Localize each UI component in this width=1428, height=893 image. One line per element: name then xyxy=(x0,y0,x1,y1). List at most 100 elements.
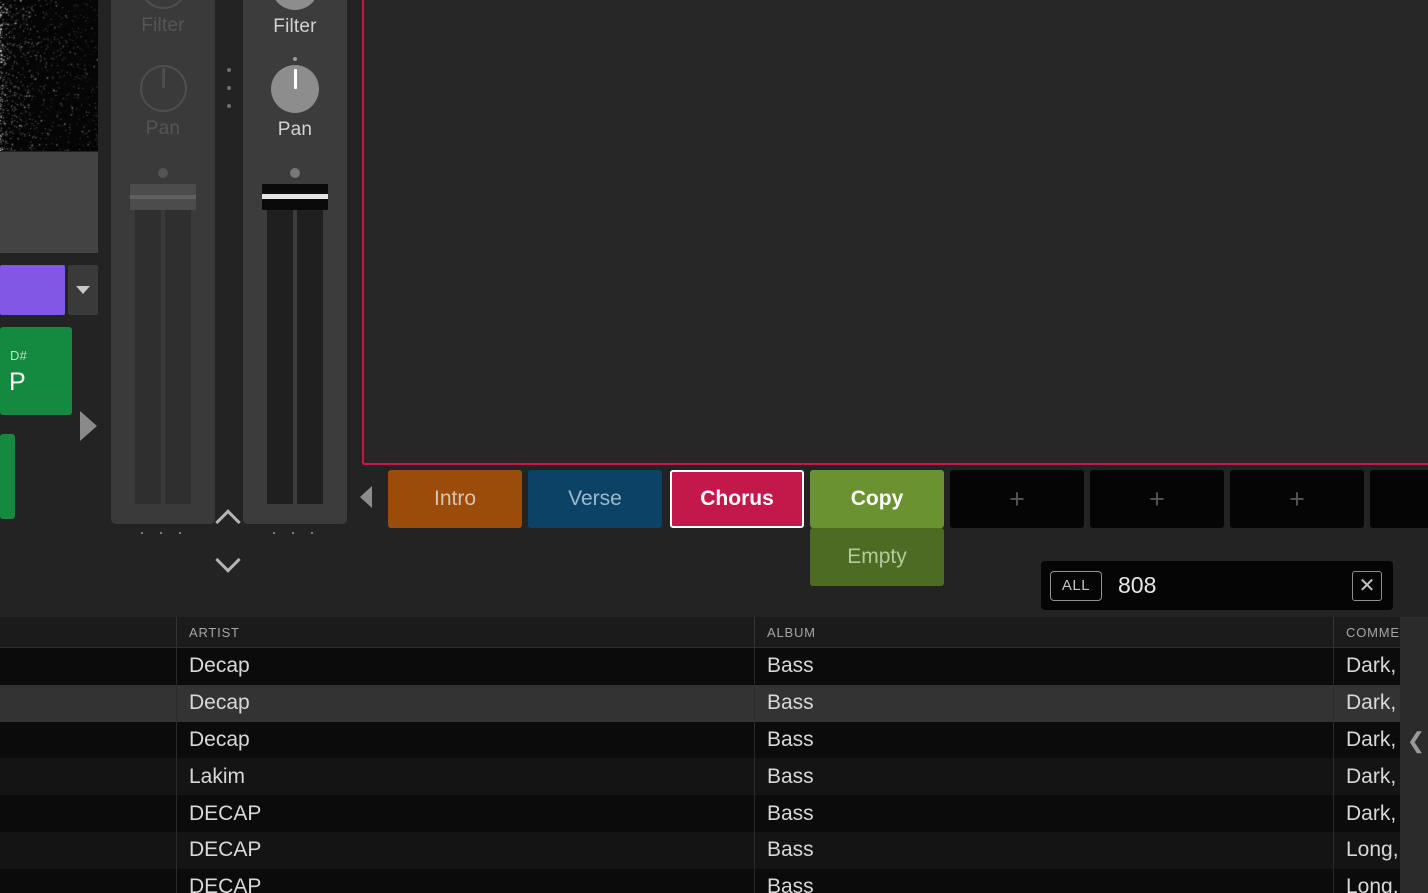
daw-window: D# P Filter Pan · xyxy=(0,0,1428,893)
close-icon[interactable]: ✕ xyxy=(1352,571,1382,601)
scene-prev-triangle-icon[interactable] xyxy=(360,486,372,508)
cell-artist: Decap xyxy=(176,685,754,722)
spectrum-canvas xyxy=(0,0,98,151)
grip-dot xyxy=(227,68,231,72)
mixer-channel-2[interactable]: Filter Pan · · · xyxy=(243,0,347,524)
meter-right-2 xyxy=(297,210,323,504)
table-row[interactable]: DECAPBassDark, xyxy=(0,795,1400,832)
cell-name xyxy=(0,869,176,893)
level-meter-2 xyxy=(267,210,323,504)
scene-empty-slot-4[interactable] xyxy=(1370,470,1428,528)
clip-grid-area[interactable] xyxy=(362,0,1428,465)
cell-album: Bass xyxy=(754,722,1333,759)
cell-comment: Long, xyxy=(1333,832,1400,869)
fader-indicator-dot-1 xyxy=(158,168,168,178)
volume-fader-group-2 xyxy=(243,168,347,504)
cell-name xyxy=(0,758,176,795)
track-color-swatch[interactable] xyxy=(0,265,65,315)
pan-knob-2[interactable] xyxy=(271,65,319,113)
pan-knob-label-1: Pan xyxy=(111,118,215,140)
volume-fader-handle-1[interactable] xyxy=(130,184,196,210)
scene-empty-slot-1[interactable]: + xyxy=(950,470,1084,528)
pan-knob-label-2: Pan xyxy=(243,119,347,141)
pan-knob-dot-2 xyxy=(293,57,297,61)
browser-table[interactable]: ARTISTALBUMCOMMENDecapBassDark,DecapBass… xyxy=(0,617,1400,893)
volume-fader-handle-2[interactable] xyxy=(262,184,328,210)
collapse-panel-chevron-icon[interactable]: ❮ xyxy=(1404,726,1428,756)
plus-icon: + xyxy=(1289,486,1305,513)
chevron-up-icon[interactable] xyxy=(215,509,240,534)
cell-name xyxy=(0,685,176,722)
scene-launch-row: IntroVerseChorusCopyEmpty+++ xyxy=(356,466,1428,528)
cell-album: Bass xyxy=(754,869,1333,893)
cell-artist: DECAP xyxy=(176,795,754,832)
filter-knob-1[interactable] xyxy=(140,0,187,9)
scene-empty-slot-2[interactable]: + xyxy=(1090,470,1224,528)
cell-comment: Dark, xyxy=(1333,795,1400,832)
column-header-album[interactable]: ALBUM xyxy=(754,617,1333,647)
table-row[interactable]: DecapBassDark, xyxy=(0,722,1400,759)
scene-button-chorus[interactable]: Chorus xyxy=(670,470,804,528)
table-row[interactable]: LakimBassDark, xyxy=(0,758,1400,795)
cell-comment: Dark, xyxy=(1333,685,1400,722)
cell-album: Bass xyxy=(754,758,1333,795)
volume-fader-group-1 xyxy=(111,168,215,504)
cell-comment: Dark, xyxy=(1333,758,1400,795)
filter-knob-group-1: Filter xyxy=(111,0,215,37)
level-meter-1 xyxy=(135,210,191,504)
cell-artist: DECAP xyxy=(176,869,754,893)
vertical-dots-grip-icon[interactable] xyxy=(222,68,236,108)
scene-button-verse[interactable]: Verse xyxy=(528,470,662,528)
cell-name xyxy=(0,648,176,685)
browser-search-bar[interactable]: ALL 808 ✕ xyxy=(1041,561,1393,610)
search-filter-all-chip[interactable]: ALL xyxy=(1050,571,1102,601)
cell-comment: Long, xyxy=(1333,869,1400,893)
cell-album: Bass xyxy=(754,795,1333,832)
plus-icon: + xyxy=(1009,486,1025,513)
table-row[interactable]: DECAPBassLong, xyxy=(0,832,1400,869)
pan-knob-pointer-2 xyxy=(294,69,297,89)
fader-cap-line-1 xyxy=(130,195,196,199)
play-triangle-icon[interactable] xyxy=(80,411,97,441)
scene-button-label: Intro xyxy=(434,487,476,511)
mixer-scroll-controls xyxy=(213,513,243,569)
mixer-channel-1[interactable]: Filter Pan · · · xyxy=(111,0,215,524)
table-row[interactable]: DECAPBassLong, xyxy=(0,869,1400,893)
grip-dot xyxy=(227,86,231,90)
search-input[interactable]: 808 xyxy=(1118,572,1352,599)
table-row[interactable]: DecapBassDark, xyxy=(0,685,1400,722)
spectrum-analyzer-display xyxy=(0,0,98,151)
filter-knob-group-2: Filter xyxy=(243,0,347,38)
scene-button-intro[interactable]: Intro xyxy=(388,470,522,528)
chevron-down-icon xyxy=(76,286,90,294)
column-header-comment[interactable]: COMMEN xyxy=(1333,617,1400,647)
channel-options-dots-2[interactable]: · · · xyxy=(243,523,347,541)
pan-knob-group-1: Pan xyxy=(111,65,215,140)
filter-knob-2[interactable] xyxy=(271,0,319,10)
cell-name xyxy=(0,722,176,759)
scene-empty-slot-3[interactable]: + xyxy=(1230,470,1364,528)
pan-knob-1[interactable] xyxy=(140,65,187,112)
meter-right-1 xyxy=(165,210,191,504)
scene-dropdown-empty-option[interactable]: Empty xyxy=(810,528,944,586)
cell-artist: Lakim xyxy=(176,758,754,795)
pan-knob-group-2: Pan xyxy=(243,65,347,141)
cell-album: Bass xyxy=(754,648,1333,685)
table-row[interactable]: DecapBassDark, xyxy=(0,648,1400,685)
browser-header-row: ARTISTALBUMCOMMEN xyxy=(0,617,1400,648)
plus-icon: + xyxy=(1149,486,1165,513)
track-color-dropdown-button[interactable] xyxy=(68,265,98,315)
clip-slot-filled-partial[interactable] xyxy=(0,434,15,519)
clip-slot-filled[interactable]: D# P xyxy=(0,327,72,415)
column-header-artist[interactable]: ARTIST xyxy=(176,617,754,647)
fader-indicator-dot-2 xyxy=(290,168,300,178)
column-header-name[interactable] xyxy=(0,617,176,647)
cell-album: Bass xyxy=(754,832,1333,869)
scene-button-label: Verse xyxy=(568,487,622,511)
track-color-row xyxy=(0,265,98,315)
channel-options-dots-1[interactable]: · · · xyxy=(111,523,215,541)
cell-artist: Decap xyxy=(176,648,754,685)
device-panel-blank xyxy=(0,152,98,253)
chevron-down-icon[interactable] xyxy=(215,547,240,572)
scene-button-copy[interactable]: Copy xyxy=(810,470,944,528)
